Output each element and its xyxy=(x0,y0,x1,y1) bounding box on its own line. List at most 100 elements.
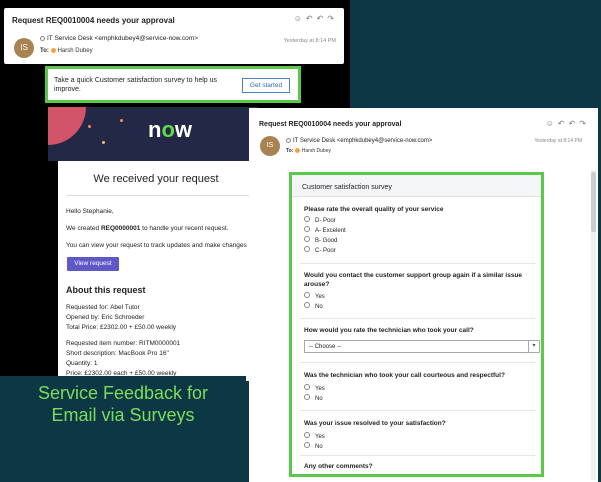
request-number: REQ0000001 xyxy=(100,225,141,232)
to-label: To: xyxy=(286,148,294,154)
item-number: Requested item number: RITM0000001 xyxy=(66,340,181,347)
divider xyxy=(66,195,252,196)
question-quality: Please rate the overall quality of your … xyxy=(304,206,444,213)
option-label: C- Poor xyxy=(315,248,336,254)
divider xyxy=(300,455,536,456)
radio-option[interactable]: C- Poor xyxy=(304,246,336,255)
radio-option[interactable]: Yes xyxy=(304,432,325,441)
created-line-pre: We created xyxy=(66,225,101,232)
radio-option[interactable]: Yes xyxy=(304,292,325,301)
option-label: B- Good xyxy=(315,238,338,244)
divider xyxy=(300,410,536,411)
email-action-icons[interactable]: ☺↶↶↷ xyxy=(294,14,338,23)
option-label: No xyxy=(315,444,323,450)
now-logo-o: o xyxy=(161,117,175,142)
radio-icon[interactable] xyxy=(304,226,310,233)
radio-icon[interactable] xyxy=(304,292,310,299)
question-technician-rating: How would you rate the technician who to… xyxy=(304,327,474,334)
status-dot-icon xyxy=(40,35,45,41)
survey-form: Customer satisfaction survey Please rate… xyxy=(289,172,544,477)
email-from: IT Service Desk <emphkdubey4@service-now… xyxy=(286,138,432,144)
email-window-survey: Request REQ0010004 needs your approval ☺… xyxy=(249,108,598,482)
option-label: Yes xyxy=(315,386,325,392)
quantity: Quantity: 1 xyxy=(66,360,98,367)
request-heading: We received your request xyxy=(93,173,219,185)
option-label: No xyxy=(315,304,323,310)
now-email-header: now xyxy=(48,107,258,161)
divider xyxy=(300,263,536,264)
radio-icon[interactable] xyxy=(304,246,310,253)
email-to: To: Harsh Dubey xyxy=(40,48,93,54)
option-label: No xyxy=(315,396,323,402)
radio-icon[interactable] xyxy=(304,236,310,243)
radio-icon[interactable] xyxy=(304,384,310,391)
view-info-line: You can view your request to track updat… xyxy=(66,242,247,249)
option-label: D- Poor xyxy=(315,218,336,224)
radio-icon[interactable] xyxy=(304,302,310,309)
email-window-top: Request REQ0010004 needs your approval ☺… xyxy=(4,8,344,64)
avatar: IS xyxy=(260,136,280,156)
question-resolved: Was your issue resolved to your satisfac… xyxy=(304,420,446,427)
greeting: Hello Stephanie, xyxy=(66,208,114,215)
email-subject: Request REQ0010004 needs your approval xyxy=(12,16,175,25)
tagline: Service Feedback for Email via Surveys xyxy=(0,382,246,426)
email-from: IT Service Desk <emphkdubey4@service-now… xyxy=(40,35,198,42)
now-logo: now xyxy=(148,117,192,143)
email-from-text: IT Service Desk <emphkdubey4@service-now… xyxy=(293,138,433,145)
opened-by: Opened by: Eric Schroeder xyxy=(66,314,145,321)
survey-banner-text: Take a quick Customer satisfaction surve… xyxy=(54,77,218,93)
about-heading: About this request xyxy=(66,285,146,295)
now-email-body: We received your request Hello Stephanie… xyxy=(58,161,254,381)
radio-option[interactable]: A- Excelent xyxy=(304,226,346,235)
email-time: Yesterday at 8:14 PM xyxy=(534,138,582,144)
email-from-text: IT Service Desk <emphkdubey4@service-now… xyxy=(47,35,198,42)
chevron-down-icon[interactable]: ▾ xyxy=(528,341,539,352)
tagline-line-2: Email via Surveys xyxy=(51,405,195,425)
radio-icon[interactable] xyxy=(304,394,310,401)
question-comments: Any other comments? xyxy=(304,463,373,470)
email-to: To: Harsh Dubey xyxy=(286,148,331,154)
option-label: Yes xyxy=(315,294,325,300)
decor-dot xyxy=(120,119,123,122)
view-request-button[interactable]: View request xyxy=(67,257,119,271)
get-started-button[interactable]: Get started xyxy=(242,78,290,93)
technician-rating-select[interactable]: -- Choose -- ▾ xyxy=(304,340,540,353)
survey-title: Customer satisfaction survey xyxy=(292,175,541,197)
option-label: Yes xyxy=(315,434,325,440)
short-description: Short description: MacBook Pro 16" xyxy=(66,350,169,357)
now-logo-part: n xyxy=(148,117,162,142)
radio-option[interactable]: D- Poor xyxy=(304,216,336,225)
requested-for: Requested for: Abel Tutor xyxy=(66,304,140,311)
status-dot-icon xyxy=(286,138,291,143)
scrollbar-thumb[interactable] xyxy=(591,172,596,232)
decor-dot xyxy=(102,141,105,144)
to-label: To: xyxy=(40,48,49,55)
recipient-dot-icon xyxy=(294,148,300,154)
question-courteous: Was the technician who took your call co… xyxy=(304,372,505,379)
recipient-dot-icon xyxy=(50,48,56,53)
radio-icon[interactable] xyxy=(304,216,310,223)
created-line-post: to handle your recent request. xyxy=(140,225,229,232)
recipient-name: Harsh Dubey xyxy=(57,48,93,55)
email-subject: Request REQ0010004 needs your approval xyxy=(259,121,402,128)
radio-option[interactable]: Yes xyxy=(304,384,325,393)
radio-icon[interactable] xyxy=(304,442,310,449)
survey-banner: Take a quick Customer satisfaction surve… xyxy=(45,66,301,103)
question-contact-again: Would you contact the customer support g… xyxy=(304,272,523,288)
radio-option[interactable]: No xyxy=(304,394,323,403)
total-price: Total Price: £2302.00 + £50.00 weekly xyxy=(66,324,177,331)
divider xyxy=(300,362,536,363)
avatar: IS xyxy=(14,38,34,58)
decor-shape xyxy=(48,107,86,145)
now-logo-part: w xyxy=(174,117,193,142)
radio-option[interactable]: B- Good xyxy=(304,236,338,245)
select-value: -- Choose -- xyxy=(309,344,342,350)
divider xyxy=(300,318,536,319)
tagline-line-1: Service Feedback for xyxy=(37,383,209,403)
email-time: Yesterday at 8:14 PM xyxy=(283,38,336,44)
radio-option[interactable]: No xyxy=(304,442,323,451)
option-label: A- Excelent xyxy=(315,228,346,234)
radio-option[interactable]: No xyxy=(304,302,323,311)
radio-icon[interactable] xyxy=(304,432,310,439)
email-action-icons[interactable]: ☺↶↶↷ xyxy=(546,119,590,128)
